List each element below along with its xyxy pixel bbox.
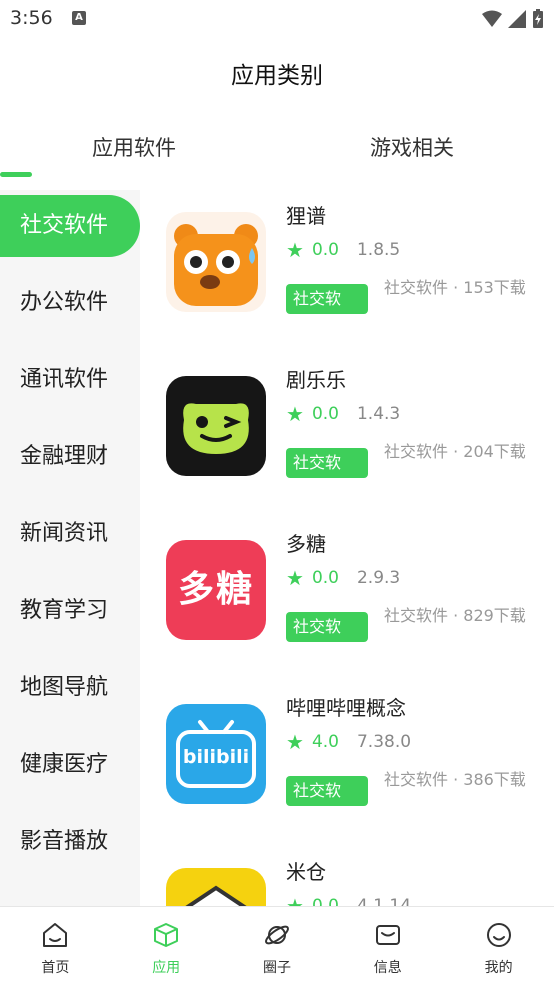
app-name: 剧乐乐 [286, 368, 346, 392]
app-meta: 社交软件 · 204下载 [384, 442, 526, 461]
app-name: 多糖 [286, 532, 326, 556]
nav-label: 信息 [373, 960, 402, 976]
notification-icon: A [72, 11, 86, 25]
nav-apps[interactable]: 应用 [111, 907, 222, 984]
cube-icon [154, 923, 179, 947]
app-list: 狸谱 ★ 0.0 1.8.5 社交软 社交软件 · 153下载 剧乐乐 ★ 0.… [140, 190, 554, 906]
app-category-tag: 社交软 [286, 612, 368, 642]
tab-apps[interactable]: 应用软件 [92, 132, 176, 162]
top-tabs: 应用软件 游戏相关 [0, 120, 554, 180]
app-name: 狸谱 [286, 204, 326, 228]
app-list-item[interactable]: 多糖 多糖 ★ 0.0 2.9.3 社交软 社交软件 · 829下载 [140, 518, 554, 682]
category-news[interactable]: 新闻资讯 [0, 503, 140, 565]
app-rating: 0.0 [311, 896, 339, 906]
page-title: 应用类别 [231, 63, 323, 89]
app-category-tag: 社交软 [286, 448, 368, 478]
nav-label: 圈子 [262, 960, 291, 976]
app-version: 1.4.3 [356, 404, 401, 424]
app-icon-lipu [166, 212, 266, 312]
app-icon-micang [166, 868, 266, 906]
status-time: 3:56 [10, 7, 53, 29]
app-category-tag: 社交软 [286, 776, 368, 806]
category-finance[interactable]: 金融理财 [0, 426, 140, 488]
app-meta: 社交软件 · 829下载 [384, 606, 526, 625]
category-health[interactable]: 健康医疗 [0, 734, 140, 796]
app-rating-row: ★ 0.0 2.9.3 [286, 566, 400, 590]
category-social[interactable]: 社交软件 [0, 195, 140, 257]
app-rating-row: ★ 0.0 4.1.14 [286, 894, 411, 906]
category-education[interactable]: 教育学习 [0, 580, 140, 642]
category-sidebar: 社交软件 办公软件 通讯软件 金融理财 新闻资讯 教育学习 地图导航 健康医疗 … [0, 190, 140, 906]
app-rating: 0.0 [311, 240, 339, 260]
category-media[interactable]: 影音播放 [0, 811, 140, 873]
nav-messages[interactable]: 信息 [332, 907, 443, 984]
app-list-item[interactable]: 米仓 ★ 0.0 4.1.14 [140, 846, 554, 906]
app-name: 米仓 [286, 860, 326, 884]
app-list-item[interactable]: bilibili 哔哩哔哩概念 ★ 4.0 7.38.0 社交软 社交软件 · … [140, 682, 554, 846]
app-icon-text: bilibili [182, 746, 250, 768]
app-rating-row: ★ 0.0 1.8.5 [286, 238, 400, 262]
app-name: 哔哩哔哩概念 [286, 696, 406, 720]
app-icon-text: 多糖 [177, 569, 254, 610]
battery-icon [533, 9, 543, 28]
app-list-item[interactable]: 狸谱 ★ 0.0 1.8.5 社交软 社交软件 · 153下载 [140, 190, 554, 354]
nav-circle[interactable]: 圈子 [222, 907, 333, 984]
tab-indicator [0, 172, 32, 177]
app-version: 1.8.5 [356, 240, 401, 260]
status-bar: 3:56 A [0, 0, 554, 38]
app-meta: 社交软件 · 386下载 [384, 770, 526, 789]
status-indicators [482, 9, 544, 29]
star-icon: ★ [286, 894, 304, 906]
app-version: 2.9.3 [356, 568, 401, 588]
nav-profile[interactable]: 我的 [443, 907, 554, 984]
app-icon-bilibili: bilibili [166, 704, 266, 804]
wifi-icon [482, 10, 502, 27]
nav-label: 首页 [41, 960, 70, 976]
planet-icon [265, 925, 289, 945]
app-list-item[interactable]: 剧乐乐 ★ 0.0 1.4.3 社交软 社交软件 · 204下载 [140, 354, 554, 518]
star-icon: ★ [286, 402, 304, 426]
smile-icon [486, 923, 511, 947]
app-rating: 0.0 [311, 404, 339, 424]
star-icon: ★ [286, 566, 304, 590]
category-communication[interactable]: 通讯软件 [0, 349, 140, 411]
app-icon-julele [166, 376, 266, 476]
nav-label: 我的 [484, 960, 513, 976]
app-rating-row: ★ 0.0 1.4.3 [286, 402, 400, 426]
signal-icon [508, 10, 526, 28]
app-category-tag: 社交软 [286, 284, 368, 314]
app-version: 4.1.14 [356, 896, 412, 906]
nav-home[interactable]: 首页 [0, 907, 111, 984]
app-rating-row: ★ 4.0 7.38.0 [286, 730, 411, 754]
category-maps[interactable]: 地图导航 [0, 657, 140, 719]
app-rating: 4.0 [311, 732, 339, 752]
category-office[interactable]: 办公软件 [0, 272, 140, 334]
nav-label: 应用 [152, 960, 181, 976]
app-version: 7.38.0 [356, 732, 412, 752]
app-meta: 社交软件 · 153下载 [384, 278, 526, 297]
tab-games[interactable]: 游戏相关 [370, 132, 454, 162]
bottom-nav: 首页 应用 圈子 信息 我的 [0, 906, 554, 984]
app-rating: 0.0 [311, 568, 339, 588]
app-icon-duotang: 多糖 [166, 540, 266, 640]
star-icon: ★ [286, 730, 304, 754]
mail-icon [375, 925, 400, 945]
star-icon: ★ [286, 238, 304, 262]
home-icon [43, 923, 68, 947]
